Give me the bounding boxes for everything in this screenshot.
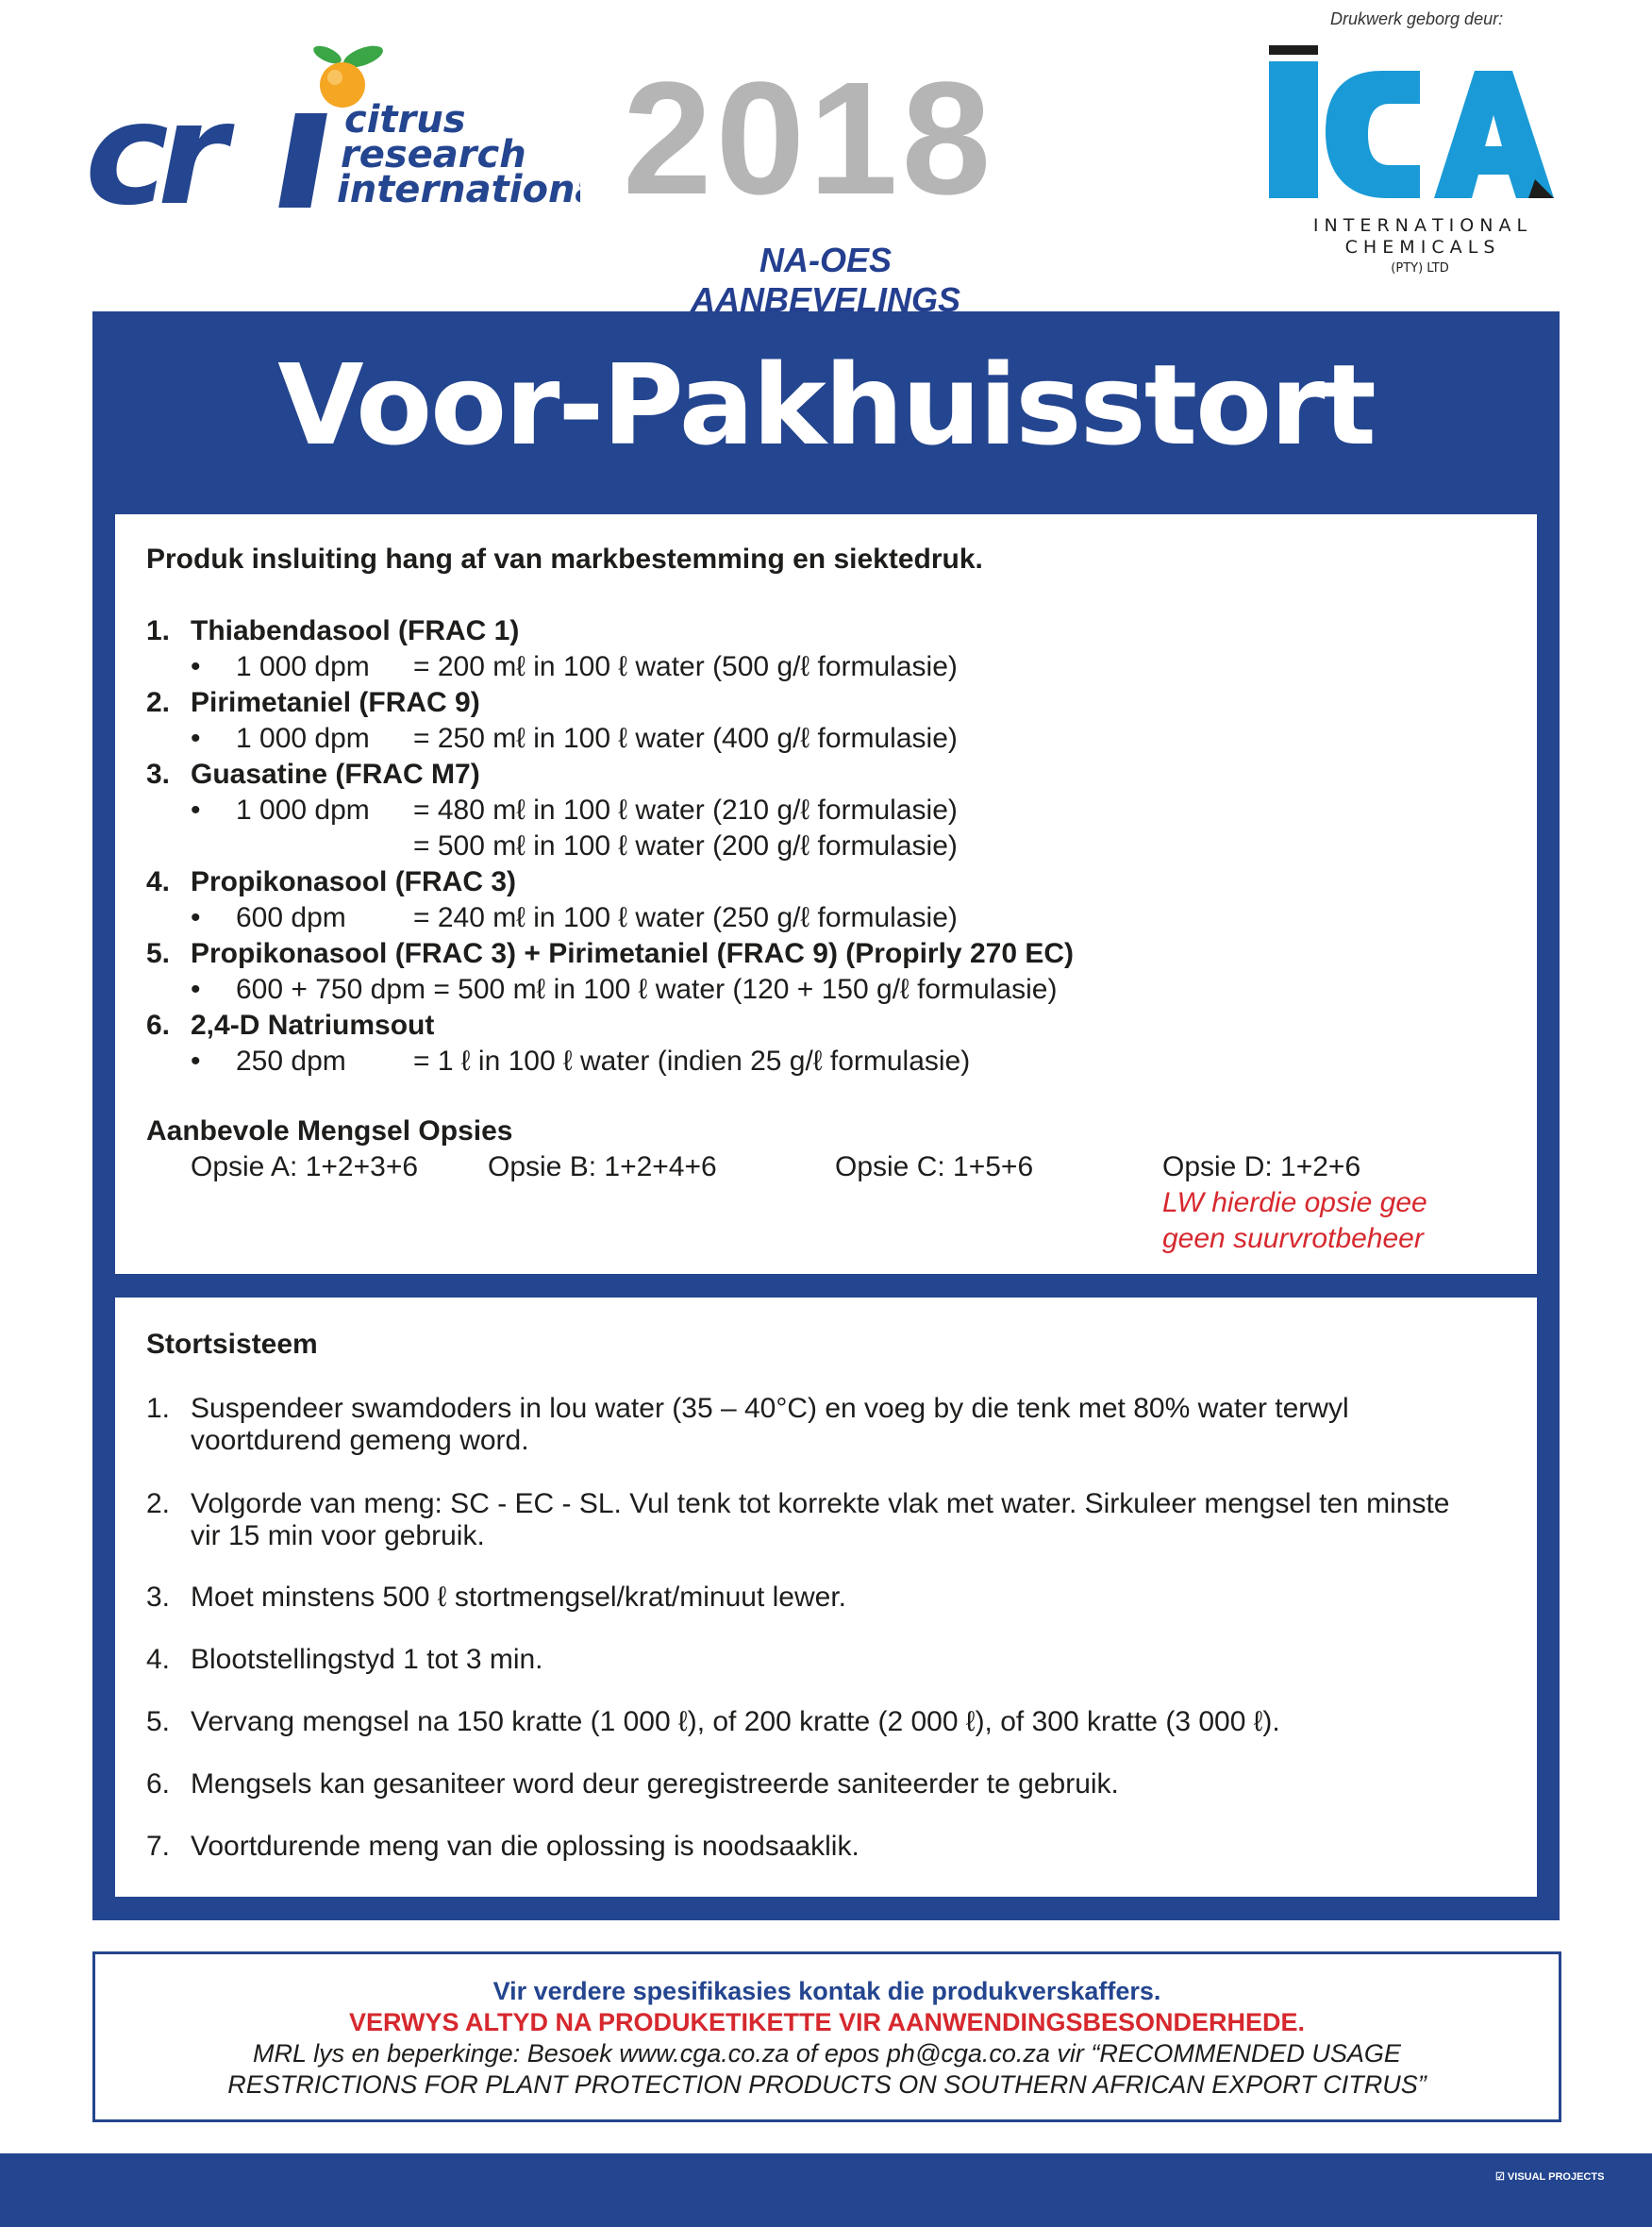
rate: = 500 mℓ in 100 ℓ water (200 g/ℓ formula… bbox=[413, 830, 958, 862]
product-name: 2,4-D Natriumsout bbox=[191, 1010, 435, 1041]
step-text: Vervang mengsel na 150 kratte (1 000 ℓ),… bbox=[191, 1706, 1280, 1737]
step-text: Voortdurende meng van die oplossing is n… bbox=[191, 1831, 859, 1862]
step-number: 4. bbox=[146, 1644, 171, 1675]
ica-line-2: C H E M I C A L S bbox=[1345, 237, 1495, 258]
product-name: Thiabendasool (FRAC 1) bbox=[191, 615, 520, 646]
dose: 1 000 dpm bbox=[236, 651, 370, 682]
dose: 1 000 dpm bbox=[236, 723, 370, 754]
step-text: vir 15 min voor gebruik. bbox=[191, 1520, 485, 1551]
product-name: Propikonasool (FRAC 3) bbox=[191, 866, 517, 897]
mix-heading: Aanbevole Mengsel Opsies bbox=[146, 1115, 513, 1147]
page-title: Voor-Pakhuisstort bbox=[277, 340, 1377, 470]
option-c: Opsie C: 1+5+6 bbox=[835, 1151, 1034, 1182]
option-d: Opsie D: 1+2+6 bbox=[1162, 1151, 1361, 1182]
product-name: Guasatine (FRAC M7) bbox=[191, 759, 480, 790]
footer-contact: Vir verdere spesifikasies kontak die pro… bbox=[492, 1977, 1161, 2005]
year-heading: 2018 bbox=[623, 49, 995, 228]
bullet: • bbox=[191, 651, 201, 682]
step-text: Suspendeer swamdoders in lou water (35 –… bbox=[191, 1393, 1349, 1424]
svg-text:cr: cr bbox=[90, 73, 235, 226]
bullet: • bbox=[191, 902, 201, 933]
step-number: 2. bbox=[146, 1488, 171, 1519]
rate: = 250 mℓ in 100 ℓ water (400 g/ℓ formula… bbox=[413, 723, 958, 754]
ica-logo-icon: I N T E R N A T I O N A L C H E M I C A … bbox=[1269, 45, 1554, 276]
rate: = 200 mℓ in 100 ℓ water (500 g/ℓ formula… bbox=[413, 651, 958, 682]
option-a: Opsie A: 1+2+3+6 bbox=[191, 1151, 419, 1182]
rate: = 240 mℓ in 100 ℓ water (250 g/ℓ formula… bbox=[413, 902, 958, 933]
footer-warning: VERWYS ALTYD NA PRODUKETIKETTE VIR AANWE… bbox=[348, 2008, 1306, 2036]
page-subtitle: NA-OES AANBEVELINGS bbox=[690, 241, 961, 319]
product-number: 2. bbox=[146, 687, 171, 718]
dose: 600 dpm bbox=[236, 902, 346, 933]
dose: 250 dpm bbox=[236, 1046, 346, 1077]
rate: = 480 mℓ in 100 ℓ water (210 g/ℓ formula… bbox=[413, 795, 958, 826]
bullet: • bbox=[191, 723, 201, 754]
dose: 1 000 dpm bbox=[236, 795, 370, 826]
sponsor-label: Drukwerk geborg deur: bbox=[1330, 9, 1504, 28]
step-number: 1. bbox=[146, 1393, 171, 1424]
product-number: 6. bbox=[146, 1010, 171, 1041]
checkbox-icon: ☑ bbox=[1495, 2171, 1508, 2183]
cri-word-3: international bbox=[337, 168, 580, 211]
ica-line-1: I N T E R N A T I O N A L bbox=[1313, 215, 1527, 236]
credit-text: VISUAL PROJECTS bbox=[1507, 2171, 1605, 2183]
product-number: 5. bbox=[146, 938, 171, 969]
step-text: Blootstellingstyd 1 tot 3 min. bbox=[191, 1644, 543, 1675]
visual-projects-logo: ☑ VISUAL PROJECTS bbox=[1495, 2170, 1604, 2183]
step-text: Moet minstens 500 ℓ stortmengsel/krat/mi… bbox=[191, 1582, 846, 1613]
bottom-bar bbox=[0, 2153, 1652, 2227]
product-number: 3. bbox=[146, 759, 171, 790]
step-text: Mengsels kan gesaniteer word deur geregi… bbox=[191, 1768, 1119, 1800]
bullet: • bbox=[191, 1046, 201, 1077]
product-number: 1. bbox=[146, 615, 171, 646]
bullet: • bbox=[191, 974, 201, 1005]
product-name: Propikonasool (FRAC 3) + Pirimetaniel (F… bbox=[191, 938, 1075, 969]
footer-mrl-1: MRL lys en beperkinge: Besoek www.cga.co… bbox=[253, 2039, 1401, 2068]
system-heading: Stortsisteem bbox=[146, 1329, 318, 1360]
option-b: Opsie B: 1+2+4+6 bbox=[488, 1151, 717, 1182]
step-number: 5. bbox=[146, 1706, 171, 1737]
step-number: 6. bbox=[146, 1768, 171, 1800]
product-name: Pirimetaniel (FRAC 9) bbox=[191, 687, 480, 718]
products-intro: Produk insluiting hang af van markbestem… bbox=[146, 544, 983, 575]
cri-logo-icon: cr citrus research international bbox=[90, 45, 580, 226]
option-d-note-2: geen suurvrotbeheer bbox=[1162, 1223, 1424, 1254]
step-text: voortdurend gemeng word. bbox=[191, 1425, 529, 1456]
product-number: 4. bbox=[146, 866, 171, 897]
rate: = 1 ℓ in 100 ℓ water (indien 25 g/ℓ form… bbox=[413, 1046, 971, 1077]
step-number: 3. bbox=[146, 1582, 171, 1613]
bullet: • bbox=[191, 795, 201, 826]
footer-mrl-2: RESTRICTIONS FOR PLANT PROTECTION PRODUC… bbox=[227, 2070, 1427, 2099]
step-text: Volgorde van meng: SC - EC - SL. Vul ten… bbox=[191, 1488, 1450, 1519]
dose: 600 + 750 dpm = 500 mℓ in 100 ℓ water (1… bbox=[236, 974, 1058, 1005]
ica-line-3: (PTY) LTD bbox=[1391, 261, 1448, 276]
step-number: 7. bbox=[146, 1831, 171, 1862]
option-d-note-1: LW hierdie opsie gee bbox=[1162, 1187, 1427, 1218]
